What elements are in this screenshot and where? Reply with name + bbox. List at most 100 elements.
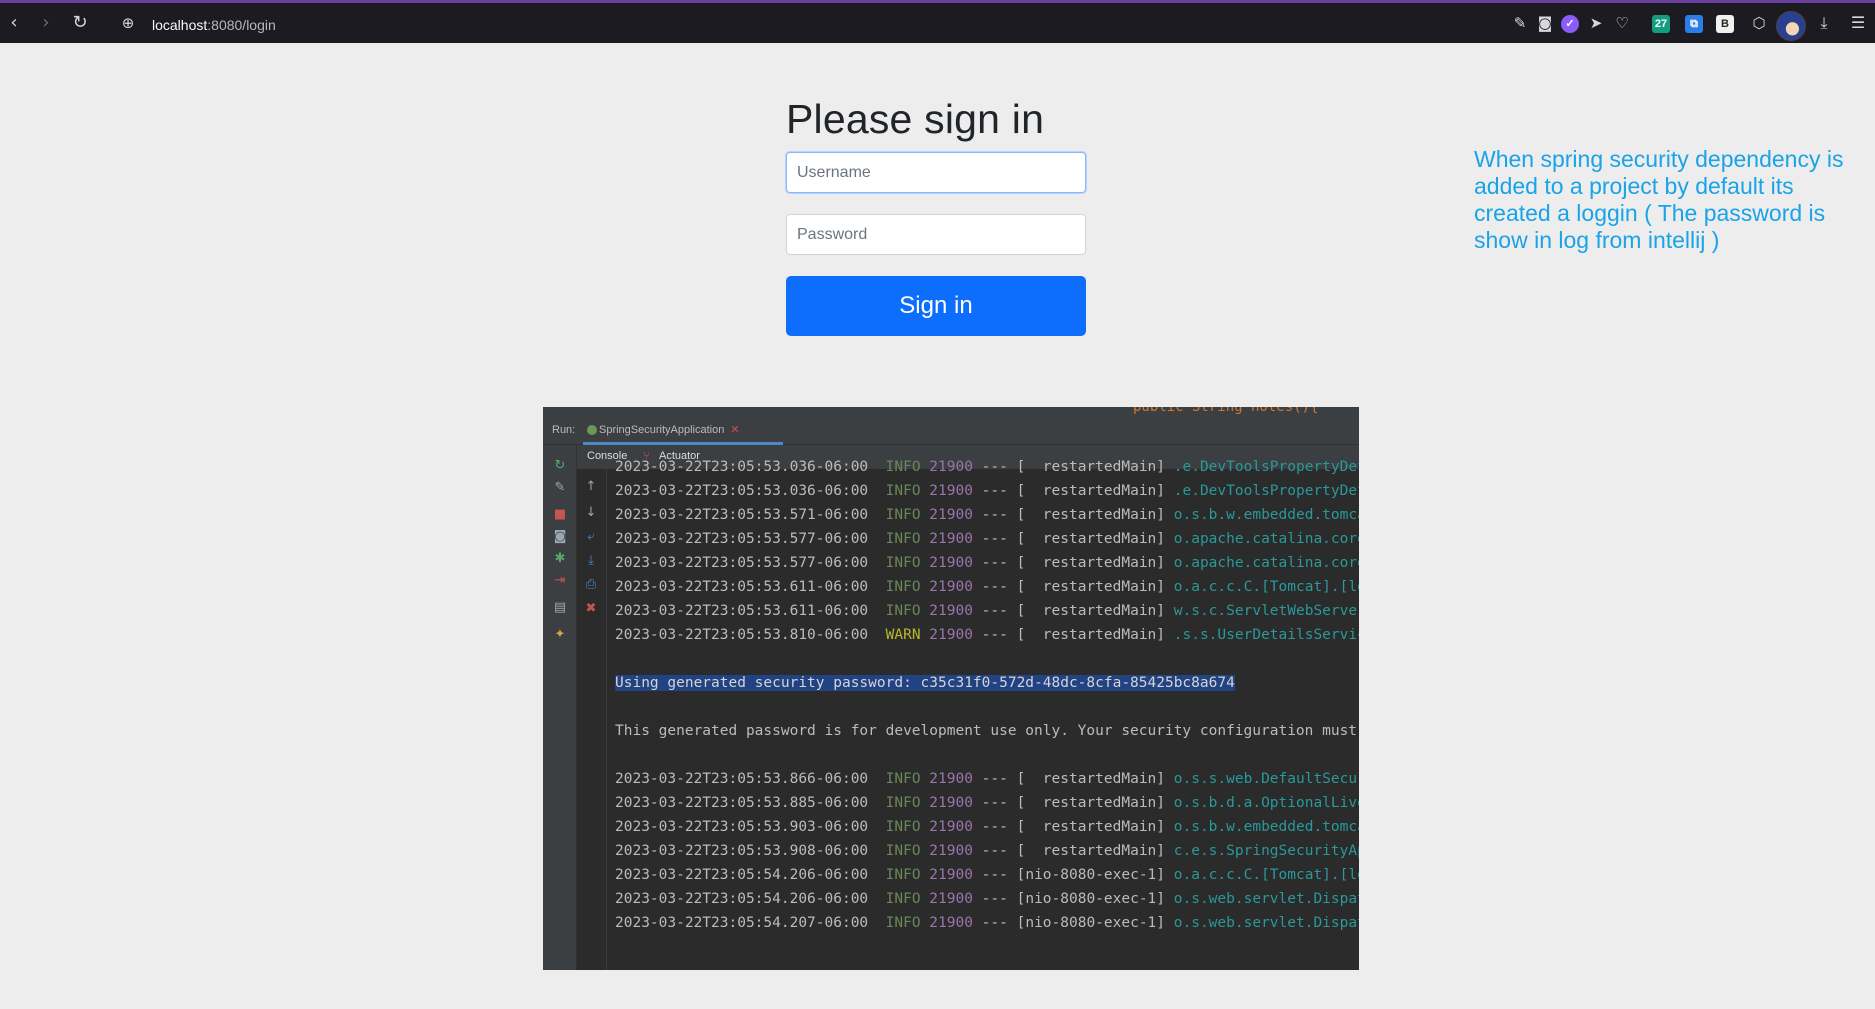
log-thread: nio-8080-exec-1: [1025, 891, 1157, 907]
log-bracket: ]: [1156, 915, 1174, 931]
log-line: 2023-03-22T23:05:53.036-06:00 INFO 21900…: [615, 455, 1359, 479]
console-output[interactable]: 2023-03-22T23:05:53.036-06:00 INFO 21900…: [615, 455, 1359, 956]
log-bracket: ]: [1156, 819, 1174, 835]
address-bar[interactable]: localhost:8080/login: [152, 14, 276, 36]
reload-icon[interactable]: ↻: [68, 11, 92, 35]
log-line: 2023-03-22T23:05:53.571-06:00 INFO 21900…: [615, 503, 1359, 527]
close-icon[interactable]: ✕: [730, 424, 739, 436]
shield-extension-icon[interactable]: ✓: [1561, 15, 1579, 33]
log-level: INFO: [885, 771, 921, 787]
log-line: 2023-03-22T23:05:53.577-06:00 INFO 21900…: [615, 551, 1359, 575]
page-title: Please sign in: [786, 96, 1045, 142]
log-line: 2023-03-22T23:05:53.611-06:00 INFO 21900…: [615, 599, 1359, 623]
log-bracket: ]: [1156, 627, 1174, 643]
exit-icon[interactable]: ⇥: [552, 573, 568, 589]
heart-icon[interactable]: ♡: [1610, 11, 1634, 35]
log-timestamp: 2023-03-22T23:05:53.885-06:00: [615, 795, 869, 811]
log-separator: --- [: [972, 819, 1026, 835]
run-tab-label: SpringSecurityApplication: [599, 424, 725, 436]
log-timestamp: 2023-03-22T23:05:53.866-06:00: [615, 771, 869, 787]
log-level: INFO: [885, 459, 921, 475]
menu-icon[interactable]: ☰: [1846, 11, 1870, 35]
run-tab[interactable]: SpringSecurityApplication ✕: [583, 417, 783, 445]
log-timestamp: 2023-03-22T23:05:53.577-06:00: [615, 531, 869, 547]
sign-in-button[interactable]: Sign in: [786, 276, 1086, 336]
calendar-extension-icon[interactable]: 27: [1652, 15, 1670, 33]
intellij-console-screenshot: public String notes(){ Run: SpringSecuri…: [543, 407, 1359, 970]
log-separator: --- [: [972, 843, 1026, 859]
log-level: INFO: [885, 603, 921, 619]
log-line: This generated password is for developme…: [615, 719, 1359, 743]
cube-icon[interactable]: ⬡: [1747, 11, 1771, 35]
log-timestamp: 2023-03-22T23:05:54.206-06:00: [615, 891, 869, 907]
debug-icon[interactable]: ✱: [552, 551, 568, 567]
log-pid: 21900: [929, 771, 973, 787]
log-pid: 21900: [929, 507, 973, 523]
log-timestamp: 2023-03-22T23:05:53.611-06:00: [615, 603, 869, 619]
log-timestamp: 2023-03-22T23:05:54.207-06:00: [615, 915, 869, 931]
back-icon[interactable]: ‹: [2, 11, 26, 35]
log-level: INFO: [885, 555, 921, 571]
rerun-icon[interactable]: ↻: [552, 458, 568, 474]
username-input[interactable]: [786, 152, 1086, 193]
log-bracket: ]: [1156, 579, 1174, 595]
log-bracket: ]: [1156, 483, 1174, 499]
log-bracket: ]: [1156, 891, 1174, 907]
camera-icon[interactable]: ◙: [552, 529, 568, 545]
print-icon[interactable]: ⎙: [583, 577, 599, 593]
log-logger: o.s.web.servlet.DispatcherServlet: [1173, 915, 1359, 931]
soft-wrap-icon[interactable]: ⤶: [583, 529, 599, 545]
log-separator: --- [: [972, 891, 1026, 907]
b-extension-icon[interactable]: B: [1716, 15, 1734, 33]
log-separator: --- [: [972, 507, 1026, 523]
log-logger: .e.DevToolsPropertyDefaultsPostProcessor: [1173, 483, 1359, 499]
stop-icon[interactable]: ■: [552, 507, 568, 523]
log-separator: --- [: [972, 531, 1026, 547]
log-separator: --- [: [972, 483, 1026, 499]
layout-icon[interactable]: ▤: [552, 600, 568, 616]
arrow-up-icon[interactable]: ↑: [583, 479, 599, 495]
password-input[interactable]: [786, 214, 1086, 255]
camera-icon[interactable]: ◙: [1533, 11, 1557, 35]
log-pid: 21900: [929, 819, 973, 835]
download-icon[interactable]: ⤓: [1812, 11, 1836, 35]
log-logger: o.s.b.w.embedded.tomcat.TomcatWebServer: [1173, 507, 1359, 523]
avatar[interactable]: [1776, 11, 1806, 41]
forward-icon[interactable]: ›: [34, 11, 58, 35]
log-thread: nio-8080-exec-1: [1025, 915, 1157, 931]
log-line: 2023-03-22T23:05:53.611-06:00 INFO 21900…: [615, 575, 1359, 599]
log-pid: 21900: [929, 843, 973, 859]
translate-extension-icon[interactable]: ⧉: [1685, 15, 1703, 33]
log-level: INFO: [885, 915, 921, 931]
pin-icon[interactable]: ✦: [552, 627, 568, 643]
log-pid: 21900: [929, 531, 973, 547]
log-line: 2023-03-22T23:05:54.206-06:00 INFO 21900…: [615, 863, 1359, 887]
log-thread: restartedMain: [1025, 531, 1157, 547]
log-line: 2023-03-22T23:05:54.206-06:00 INFO 21900…: [615, 887, 1359, 911]
log-timestamp: 2023-03-22T23:05:53.036-06:00: [615, 459, 869, 475]
wrench-icon[interactable]: ✎: [552, 480, 568, 496]
log-separator: --- [: [972, 627, 1026, 643]
scroll-to-end-icon[interactable]: ⤓: [583, 553, 599, 569]
log-separator: --- [: [972, 459, 1026, 475]
log-bracket: ]: [1156, 843, 1174, 859]
log-line: 2023-03-22T23:05:53.036-06:00 INFO 21900…: [615, 479, 1359, 503]
log-logger: o.apache.catalina.core.StandardService: [1173, 531, 1359, 547]
log-timestamp: 2023-03-22T23:05:53.903-06:00: [615, 819, 869, 835]
log-line: 2023-03-22T23:05:53.908-06:00 INFO 21900…: [615, 839, 1359, 863]
log-line: Using generated security password: c35c3…: [615, 671, 1359, 695]
annotation-note: When spring security dependency is added…: [1474, 146, 1844, 253]
send-icon[interactable]: ➤: [1584, 11, 1608, 35]
log-separator: --- [: [972, 603, 1026, 619]
arrow-down-icon[interactable]: ↓: [583, 505, 599, 521]
editor-strip: public String notes(){: [543, 407, 1359, 417]
site-info-icon[interactable]: ⊕: [116, 11, 140, 35]
log-pid: 21900: [929, 483, 973, 499]
log-pid: 21900: [929, 579, 973, 595]
log-line: 2023-03-22T23:05:54.207-06:00 INFO 21900…: [615, 911, 1359, 935]
screenshot-icon[interactable]: ✎: [1508, 11, 1532, 35]
trash-icon[interactable]: ✖: [583, 601, 599, 617]
log-logger: o.a.c.c.C.[Tomcat].[localhost].[/]: [1173, 579, 1359, 595]
